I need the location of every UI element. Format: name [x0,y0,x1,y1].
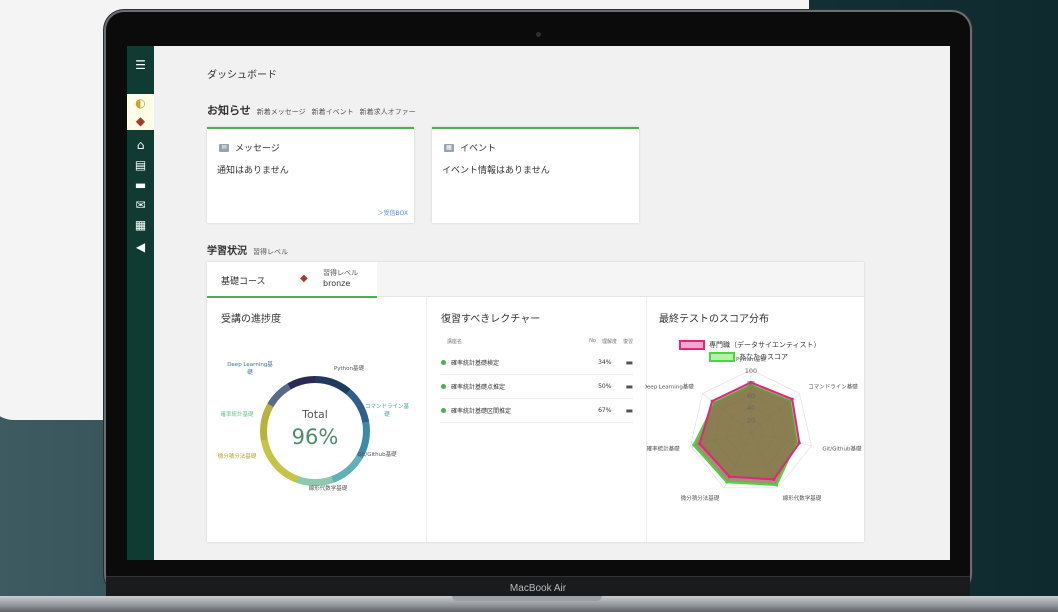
event-card: ▦ イベント イベント情報はありません [432,127,639,223]
mail-icon: ✉ [219,143,229,152]
study-subtitle[interactable]: 習得レベル [253,247,288,257]
radar-category-label: Deep Learning基礎 [645,382,694,390]
col-understanding: 理解度 [601,339,617,345]
radar-point [725,480,729,484]
event-empty-text: イベント情報はありません [442,166,550,176]
radar-point [772,477,776,481]
event-card-label: イベント [460,144,497,154]
col-no: No [589,338,596,344]
new-messages-link[interactable]: 新着メッセージ [257,107,306,117]
radar-point [797,441,801,445]
device-brand: MacBook Air [509,583,567,594]
lectures-table-header: 講座名 No 理解度 復習 [441,338,633,345]
film-icon[interactable]: ▬ [625,406,633,415]
message-card: ✉ メッセージ 通知はありません ＞受信BOX [207,127,414,223]
lecture-pct: 67% [598,406,612,414]
donut-label-calculus: 微分積分法基礎 [217,454,257,460]
film-icon[interactable]: ▬ [625,382,633,391]
donut-label-probability: 確率統計基礎 [220,412,254,418]
message-empty-text: 通知はありません [217,166,289,176]
video-icon[interactable]: ▬ [127,176,154,194]
scores-title: 最終テストのスコア分布 [659,314,769,325]
film-icon[interactable]: ▬ [625,358,633,367]
notice-header: お知らせ 新着メッセージ 新着イベント 新着求人オファー [207,102,416,118]
lecture-row[interactable]: 確率統計基礎検定 34% ▬ [441,350,633,375]
radar-point [727,475,731,479]
status-icon[interactable]: ◐ [127,94,154,112]
notice-title: お知らせ [207,104,251,117]
radar-point [775,483,779,487]
sidebar: ☰ ◐ ◆ ⌂ ▤ ▬ ✉ ▦ ◀ [127,46,154,560]
radar-chart: 100 80 60 40 20 Python基礎コマンドライン基礎 Git/Github基礎… [643,324,864,538]
lecture-name: 確率統計基礎検定 [451,359,500,367]
radar-category-label: 確率統計基礎 [647,444,681,452]
lectures-column: 復習すべきレクチャー 講座名 No 理解度 復習 確率統計基礎検定 34% ▬ … [426,296,647,542]
course-tabs: 基礎コース ◆ 習得レベル bronze [207,262,864,298]
message-card-label: メッセージ [235,144,280,154]
lecture-row[interactable]: 確率統計基礎点推定 50% ▬ [441,374,633,399]
new-events-link[interactable]: 新着イベント [312,107,354,117]
status-dot-icon [441,383,446,389]
laptop-notch [452,596,602,601]
inbox-link[interactable]: ＞受信BOX [378,208,408,217]
radar-category-label: 微分積分法基礎 [681,494,720,502]
radar-category-label: Python基礎 [736,355,767,363]
donut-total-label: Total [302,408,328,421]
camera-icon [536,32,541,37]
donut-label-python: Python基礎 [333,366,365,372]
donut-label-command-line: コマンドライン基礎 [365,404,410,418]
radar-tick-label: 40 [747,404,755,412]
study-panel: 基礎コース ◆ 習得レベル bronze 受講の進捗度 Total 96% De… [207,262,864,542]
home-icon[interactable]: ⌂ [127,136,154,154]
study-header: 学習状況 習得レベル [207,242,288,257]
col-review: 復習 [622,339,633,345]
donut-label-git: Git/Github基礎 [357,452,397,458]
status-dot-icon [441,407,446,413]
lecture-row[interactable]: 確率統計基礎区間推定 67% ▬ [441,398,633,423]
document-icon[interactable]: ▤ [127,156,154,174]
new-job-offers-link[interactable]: 新着求人オファー [360,107,416,117]
level-label: 習得レベル [323,269,358,277]
donut-label-deep-learning: Deep Learning基礎 [227,362,273,376]
level-value: bronze [323,279,351,288]
radar-tick-label: 60 [747,392,755,400]
radar-point [692,443,696,447]
megaphone-icon[interactable]: ◀ [127,238,154,256]
menu-icon[interactable]: ☰ [127,56,154,74]
radar-tick-label: 80 [747,379,755,387]
gem-icon[interactable]: ◆ [127,112,154,130]
scores-column: 最終テストのスコア分布 専門職（データサイエンティスト） あなたのスコア 100… [643,296,864,542]
lectures-title: 復習すべきレクチャー [441,314,541,325]
mail-icon[interactable]: ✉ [127,196,154,214]
status-dot-icon [441,359,446,365]
donut-total-value: 96% [291,425,339,449]
progress-column: 受講の進捗度 Total 96% Deep Learning基礎 Python基… [207,296,426,542]
donut-label-linear-algebra: 線形代数学基礎 [308,486,348,492]
radar-tick-label: 20 [747,417,755,425]
lecture-name: 確率統計基礎点推定 [451,383,506,391]
lecture-name: 確率統計基礎区間推定 [451,407,512,415]
calendar-icon: ▦ [444,143,454,152]
lecture-pct: 50% [598,382,612,390]
screen: ☰ ◐ ◆ ⌂ ▤ ▬ ✉ ▦ ◀ ダッシュボード お知らせ 新着メッセージ 新… [127,46,950,560]
col-course-name: 講座名 [447,339,463,345]
radar-tick-label: 100 [745,367,757,375]
radar-point [710,399,714,403]
bronze-gem-icon: ◆ [300,273,308,284]
radar-category-label: コマンドライン基礎 [808,382,858,390]
radar-category-label: 線形代数学基礎 [783,494,822,502]
progress-donut: Total 96% Deep Learning基礎 Python基礎 コマンドラ… [207,332,426,532]
page-title: ダッシュボード [207,70,277,81]
radar-point [698,442,702,446]
radar-svg: 100 80 60 40 20 Python基礎コマンドライン基礎 Git/Github基礎… [643,355,862,502]
tab-label: 基礎コース [221,277,266,287]
study-title: 学習状況 [207,246,247,257]
radar-category-label: Git/Github基礎 [822,444,862,452]
calendar-icon[interactable]: ▦ [127,216,154,234]
radar-point [790,397,794,401]
lecture-pct: 34% [598,358,612,366]
progress-title: 受講の進捗度 [221,314,281,325]
tab-basic-course[interactable]: 基礎コース ◆ 習得レベル bronze [207,262,377,298]
